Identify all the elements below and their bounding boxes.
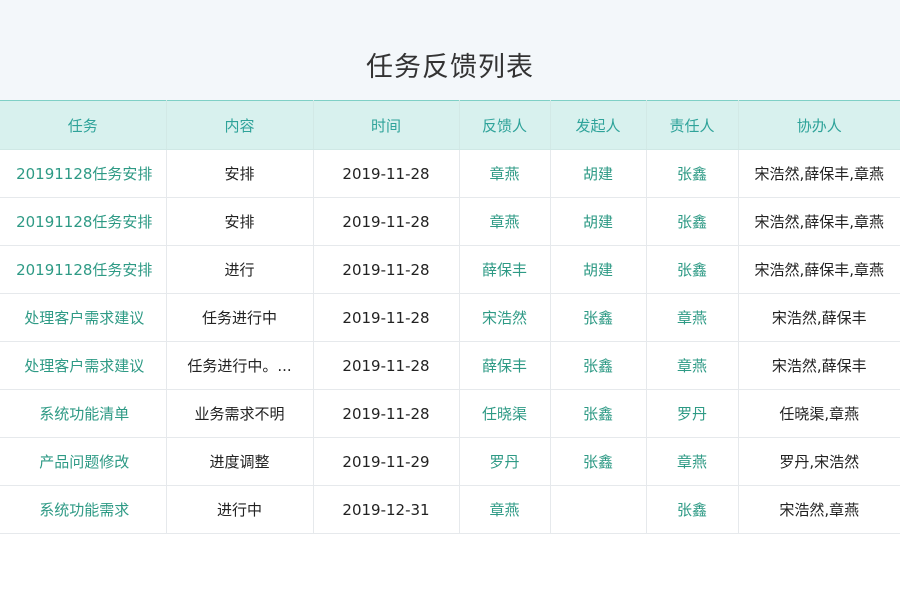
column-header-assist[interactable]: 协办人 <box>738 100 900 150</box>
table-row: 系统功能需求 进行中 2019-12-31 章燕 张鑫 宋浩然,章燕 <box>0 485 900 534</box>
task-link[interactable]: 20191128任务安排 <box>0 197 167 246</box>
assist-cell: 宋浩然,薛保丰,章燕 <box>738 197 900 246</box>
column-header-time[interactable]: 时间 <box>313 100 460 150</box>
assist-cell: 宋浩然,薛保丰,章燕 <box>738 149 900 198</box>
initiator-link[interactable]: 张鑫 <box>550 293 647 342</box>
time-cell: 2019-11-28 <box>313 197 460 246</box>
time-cell: 2019-11-28 <box>313 341 460 390</box>
task-link[interactable]: 产品问题修改 <box>0 437 167 486</box>
task-link[interactable]: 系统功能清单 <box>0 389 167 438</box>
owner-link[interactable]: 张鑫 <box>646 149 739 198</box>
page: 任务反馈列表 任务 内容 时间 反馈人 发起人 责任人 协办人 20191128… <box>0 0 900 600</box>
task-link[interactable]: 系统功能需求 <box>0 485 167 534</box>
time-cell: 2019-11-28 <box>313 245 460 294</box>
owner-link[interactable]: 章燕 <box>646 437 739 486</box>
initiator-link[interactable]: 胡建 <box>550 197 647 246</box>
feedback-person-link[interactable]: 章燕 <box>459 485 551 534</box>
initiator-link[interactable]: 胡建 <box>550 149 647 198</box>
page-title: 任务反馈列表 <box>366 52 534 83</box>
feedback-person-link[interactable]: 薛保丰 <box>459 341 551 390</box>
feedback-person-link[interactable]: 章燕 <box>459 149 551 198</box>
content-cell: 进行 <box>166 245 314 294</box>
initiator-link[interactable]: 张鑫 <box>550 389 647 438</box>
feedback-person-link[interactable]: 薛保丰 <box>459 245 551 294</box>
table-row: 20191128任务安排 安排 2019-11-28 章燕 胡建 张鑫 宋浩然,… <box>0 197 900 246</box>
table-body: 20191128任务安排 安排 2019-11-28 章燕 胡建 张鑫 宋浩然,… <box>0 149 900 534</box>
time-cell: 2019-11-28 <box>313 293 460 342</box>
content-cell: 业务需求不明 <box>166 389 314 438</box>
initiator-link[interactable]: 张鑫 <box>550 341 647 390</box>
table-row: 20191128任务安排 进行 2019-11-28 薛保丰 胡建 张鑫 宋浩然… <box>0 245 900 294</box>
assist-cell: 宋浩然,薛保丰,章燕 <box>738 245 900 294</box>
feedback-person-link[interactable]: 罗丹 <box>459 437 551 486</box>
owner-link[interactable]: 章燕 <box>646 341 739 390</box>
feedback-table: 任务 内容 时间 反馈人 发起人 责任人 协办人 20191128任务安排 安排… <box>0 100 900 534</box>
content-cell: 进度调整 <box>166 437 314 486</box>
assist-cell: 罗丹,宋浩然 <box>738 437 900 486</box>
table-row: 处理客户需求建议 任务进行中 2019-11-28 宋浩然 张鑫 章燕 宋浩然,… <box>0 293 900 342</box>
task-link[interactable]: 处理客户需求建议 <box>0 293 167 342</box>
content-cell: 任务进行中。... <box>166 341 314 390</box>
assist-cell: 任晓渠,章燕 <box>738 389 900 438</box>
assist-cell: 宋浩然,章燕 <box>738 485 900 534</box>
assist-cell: 宋浩然,薛保丰 <box>738 341 900 390</box>
column-header-content[interactable]: 内容 <box>166 100 314 150</box>
task-link[interactable]: 处理客户需求建议 <box>0 341 167 390</box>
feedback-person-link[interactable]: 任晓渠 <box>459 389 551 438</box>
header-row: 任务 内容 时间 反馈人 发起人 责任人 协办人 <box>0 100 900 150</box>
column-header-initiator[interactable]: 发起人 <box>550 100 647 150</box>
task-link[interactable]: 20191128任务安排 <box>0 245 167 294</box>
content-cell: 安排 <box>166 197 314 246</box>
assist-cell: 宋浩然,薛保丰 <box>738 293 900 342</box>
table-row: 系统功能清单 业务需求不明 2019-11-28 任晓渠 张鑫 罗丹 任晓渠,章… <box>0 389 900 438</box>
feedback-person-link[interactable]: 宋浩然 <box>459 293 551 342</box>
table-header: 任务 内容 时间 反馈人 发起人 责任人 协办人 <box>0 100 900 150</box>
owner-link[interactable]: 张鑫 <box>646 485 739 534</box>
content-cell: 安排 <box>166 149 314 198</box>
time-cell: 2019-12-31 <box>313 485 460 534</box>
owner-link[interactable]: 章燕 <box>646 293 739 342</box>
table-row: 产品问题修改 进度调整 2019-11-29 罗丹 张鑫 章燕 罗丹,宋浩然 <box>0 437 900 486</box>
column-header-feedback[interactable]: 反馈人 <box>459 100 551 150</box>
initiator-link[interactable] <box>550 485 647 534</box>
feedback-person-link[interactable]: 章燕 <box>459 197 551 246</box>
owner-link[interactable]: 张鑫 <box>646 245 739 294</box>
content-cell: 任务进行中 <box>166 293 314 342</box>
time-cell: 2019-11-29 <box>313 437 460 486</box>
content-cell: 进行中 <box>166 485 314 534</box>
table-row: 处理客户需求建议 任务进行中。... 2019-11-28 薛保丰 张鑫 章燕 … <box>0 341 900 390</box>
table-row: 20191128任务安排 安排 2019-11-28 章燕 胡建 张鑫 宋浩然,… <box>0 149 900 198</box>
column-header-task[interactable]: 任务 <box>0 100 167 150</box>
task-link[interactable]: 20191128任务安排 <box>0 149 167 198</box>
initiator-link[interactable]: 张鑫 <box>550 437 647 486</box>
owner-link[interactable]: 张鑫 <box>646 197 739 246</box>
column-header-owner[interactable]: 责任人 <box>646 100 739 150</box>
time-cell: 2019-11-28 <box>313 389 460 438</box>
initiator-link[interactable]: 胡建 <box>550 245 647 294</box>
owner-link[interactable]: 罗丹 <box>646 389 739 438</box>
time-cell: 2019-11-28 <box>313 149 460 198</box>
